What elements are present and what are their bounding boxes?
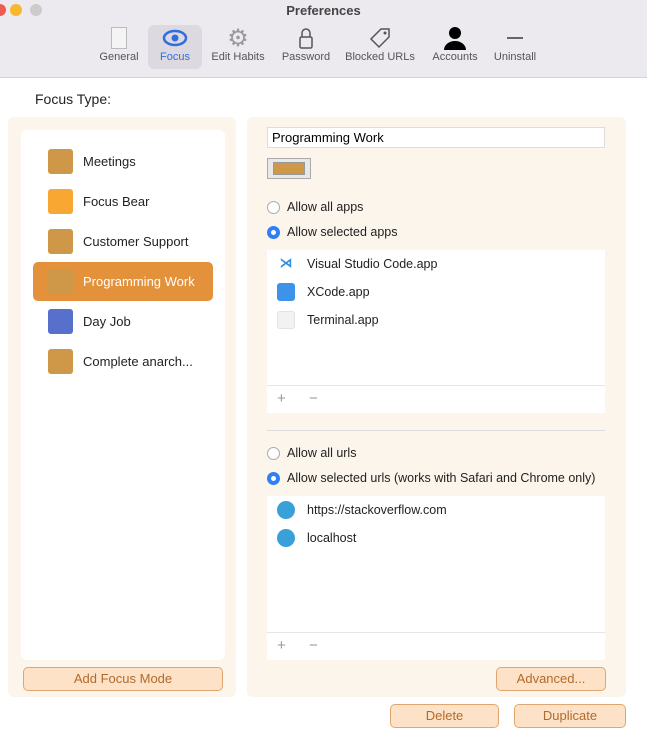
focus-mode-item-selected[interactable]: Programming Work [33, 262, 213, 301]
focus-mode-label: Complete anarch... [83, 354, 193, 369]
url-text: localhost [307, 531, 357, 545]
minus-icon [490, 25, 540, 51]
globe-icon [277, 529, 295, 547]
remove-url-button[interactable]: − [309, 637, 318, 654]
radio-label: Allow selected urls (works with Safari a… [287, 471, 596, 485]
title-bar: Preferences General Focus ⚙ Edit Habits P… [0, 0, 647, 78]
color-swatch [48, 349, 73, 374]
lock-icon [278, 25, 334, 51]
focus-type-label: Focus Type: [35, 91, 112, 107]
focus-mode-item[interactable]: Day Job [33, 302, 213, 341]
allow-selected-urls-radio[interactable]: Allow selected urls (works with Safari a… [267, 471, 595, 485]
focus-mode-item[interactable]: Complete anarch... [33, 342, 213, 381]
tab-focus[interactable]: Focus [148, 25, 202, 69]
app-name: XCode.app [307, 285, 370, 299]
tab-blocked-urls[interactable]: Blocked URLs [341, 25, 419, 69]
duplicate-button[interactable]: Duplicate [514, 704, 626, 728]
tab-label: General [99, 51, 139, 63]
tab-accounts[interactable]: Accounts [428, 25, 482, 69]
advanced-button[interactable]: Advanced... [496, 667, 606, 691]
apps-list: ⋊ Visual Studio Code.app XCode.app Termin… [267, 250, 605, 413]
focus-mode-label: Customer Support [83, 234, 189, 249]
tab-general[interactable]: General [96, 25, 142, 69]
tab-uninstall[interactable]: Uninstall [490, 25, 540, 69]
focus-mode-label: Meetings [83, 154, 136, 169]
app-name: Visual Studio Code.app [307, 257, 438, 271]
tab-label: Accounts [432, 51, 478, 63]
add-focus-mode-button[interactable]: Add Focus Mode [23, 667, 223, 691]
radio-label: Allow all apps [287, 200, 364, 214]
tab-password[interactable]: Password [278, 25, 334, 69]
app-row[interactable]: Terminal.app [277, 311, 379, 329]
tag-icon [341, 25, 419, 51]
focus-mode-label: Focus Bear [83, 194, 150, 209]
color-picker[interactable] [267, 158, 311, 179]
color-swatch [48, 309, 73, 334]
allow-all-apps-radio[interactable]: Allow all apps [267, 200, 363, 214]
color-swatch [48, 149, 73, 174]
allow-all-urls-radio[interactable]: Allow all urls [267, 446, 356, 460]
focus-mode-label: Programming Work [83, 274, 195, 289]
color-well [273, 162, 305, 175]
vscode-icon: ⋊ [279, 256, 293, 270]
urls-list: https://stackoverflow.com localhost + − [267, 496, 605, 660]
app-name: Terminal.app [307, 313, 379, 327]
app-row[interactable]: ⋊ Visual Studio Code.app [277, 255, 438, 273]
delete-button[interactable]: Delete [390, 704, 499, 728]
url-text: https://stackoverflow.com [307, 503, 447, 517]
xcode-icon [277, 283, 295, 301]
eye-icon [148, 25, 202, 51]
terminal-file-icon [277, 311, 295, 329]
radio-on [267, 471, 280, 485]
tab-label: Edit Habits [211, 51, 265, 63]
switch-icon [96, 25, 142, 51]
tab-label: Focus [160, 51, 190, 63]
focus-mode-label: Day Job [83, 314, 131, 329]
window-title: Preferences [286, 3, 361, 18]
color-swatch [48, 189, 73, 214]
globe-icon [277, 501, 295, 519]
divider [267, 430, 605, 431]
focus-mode-item[interactable]: Focus Bear [33, 182, 213, 221]
focus-name-input[interactable] [267, 127, 605, 148]
remove-app-button[interactable]: − [309, 390, 318, 407]
add-app-button[interactable]: + [277, 390, 286, 407]
allow-selected-apps-radio[interactable]: Allow selected apps [267, 225, 397, 239]
focus-mode-list: Meetings Focus Bear Customer Support Pro… [21, 130, 225, 660]
radio-on [267, 225, 280, 239]
color-swatch [48, 269, 73, 294]
radio-off [267, 200, 280, 214]
tab-edit-habits[interactable]: ⚙ Edit Habits [207, 25, 269, 69]
color-swatch [48, 229, 73, 254]
radio-label: Allow all urls [287, 446, 357, 460]
focus-mode-item[interactable]: Meetings [33, 142, 213, 181]
tab-label: Blocked URLs [345, 51, 415, 63]
person-icon [428, 25, 482, 51]
url-row[interactable]: localhost [277, 529, 356, 547]
tab-label: Uninstall [493, 51, 537, 63]
radio-off [267, 446, 280, 460]
add-url-button[interactable]: + [277, 637, 286, 654]
app-row[interactable]: XCode.app [277, 283, 370, 301]
url-row[interactable]: https://stackoverflow.com [277, 501, 447, 519]
focus-mode-item[interactable]: Customer Support [33, 222, 213, 261]
tab-label: Password [281, 51, 331, 63]
gear-icon: ⚙ [227, 24, 249, 52]
urls-list-footer: + − [267, 632, 605, 660]
radio-label: Allow selected apps [287, 225, 398, 239]
apps-list-footer: + − [267, 385, 605, 413]
